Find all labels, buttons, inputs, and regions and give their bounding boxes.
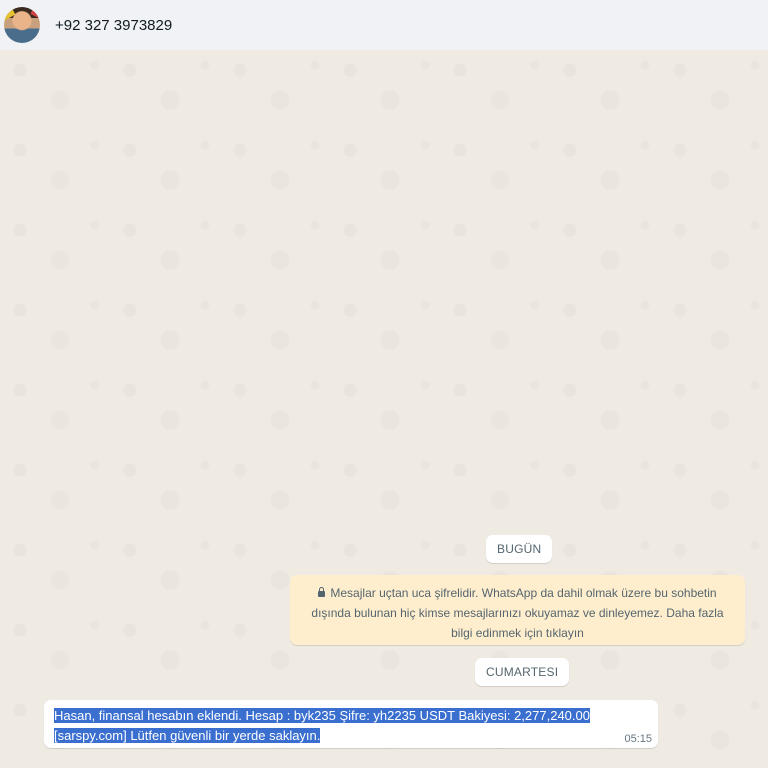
lock-icon xyxy=(318,587,326,597)
chat-header: +92 327 3973829 xyxy=(0,0,768,51)
incoming-message[interactable]: Hasan, finansal hesabın eklendi. Hesap :… xyxy=(44,700,658,748)
message-text: Hasan, finansal hesabın eklendi. Hesap :… xyxy=(54,708,590,743)
encryption-notice-text: Mesajlar uçtan uca şifrelidir. WhatsApp … xyxy=(311,586,724,640)
date-divider-saturday: CUMARTESI xyxy=(475,658,570,686)
encryption-notice[interactable]: Mesajlar uçtan uca şifrelidir. WhatsApp … xyxy=(290,575,745,645)
chat-background xyxy=(0,50,768,768)
date-divider-today: BUGÜN xyxy=(486,535,553,563)
message-text-container: Hasan, finansal hesabın eklendi. Hesap :… xyxy=(54,706,599,746)
avatar[interactable] xyxy=(4,7,40,43)
message-time: 05:15 xyxy=(624,733,652,745)
contact-name[interactable]: +92 327 3973829 xyxy=(55,17,172,34)
